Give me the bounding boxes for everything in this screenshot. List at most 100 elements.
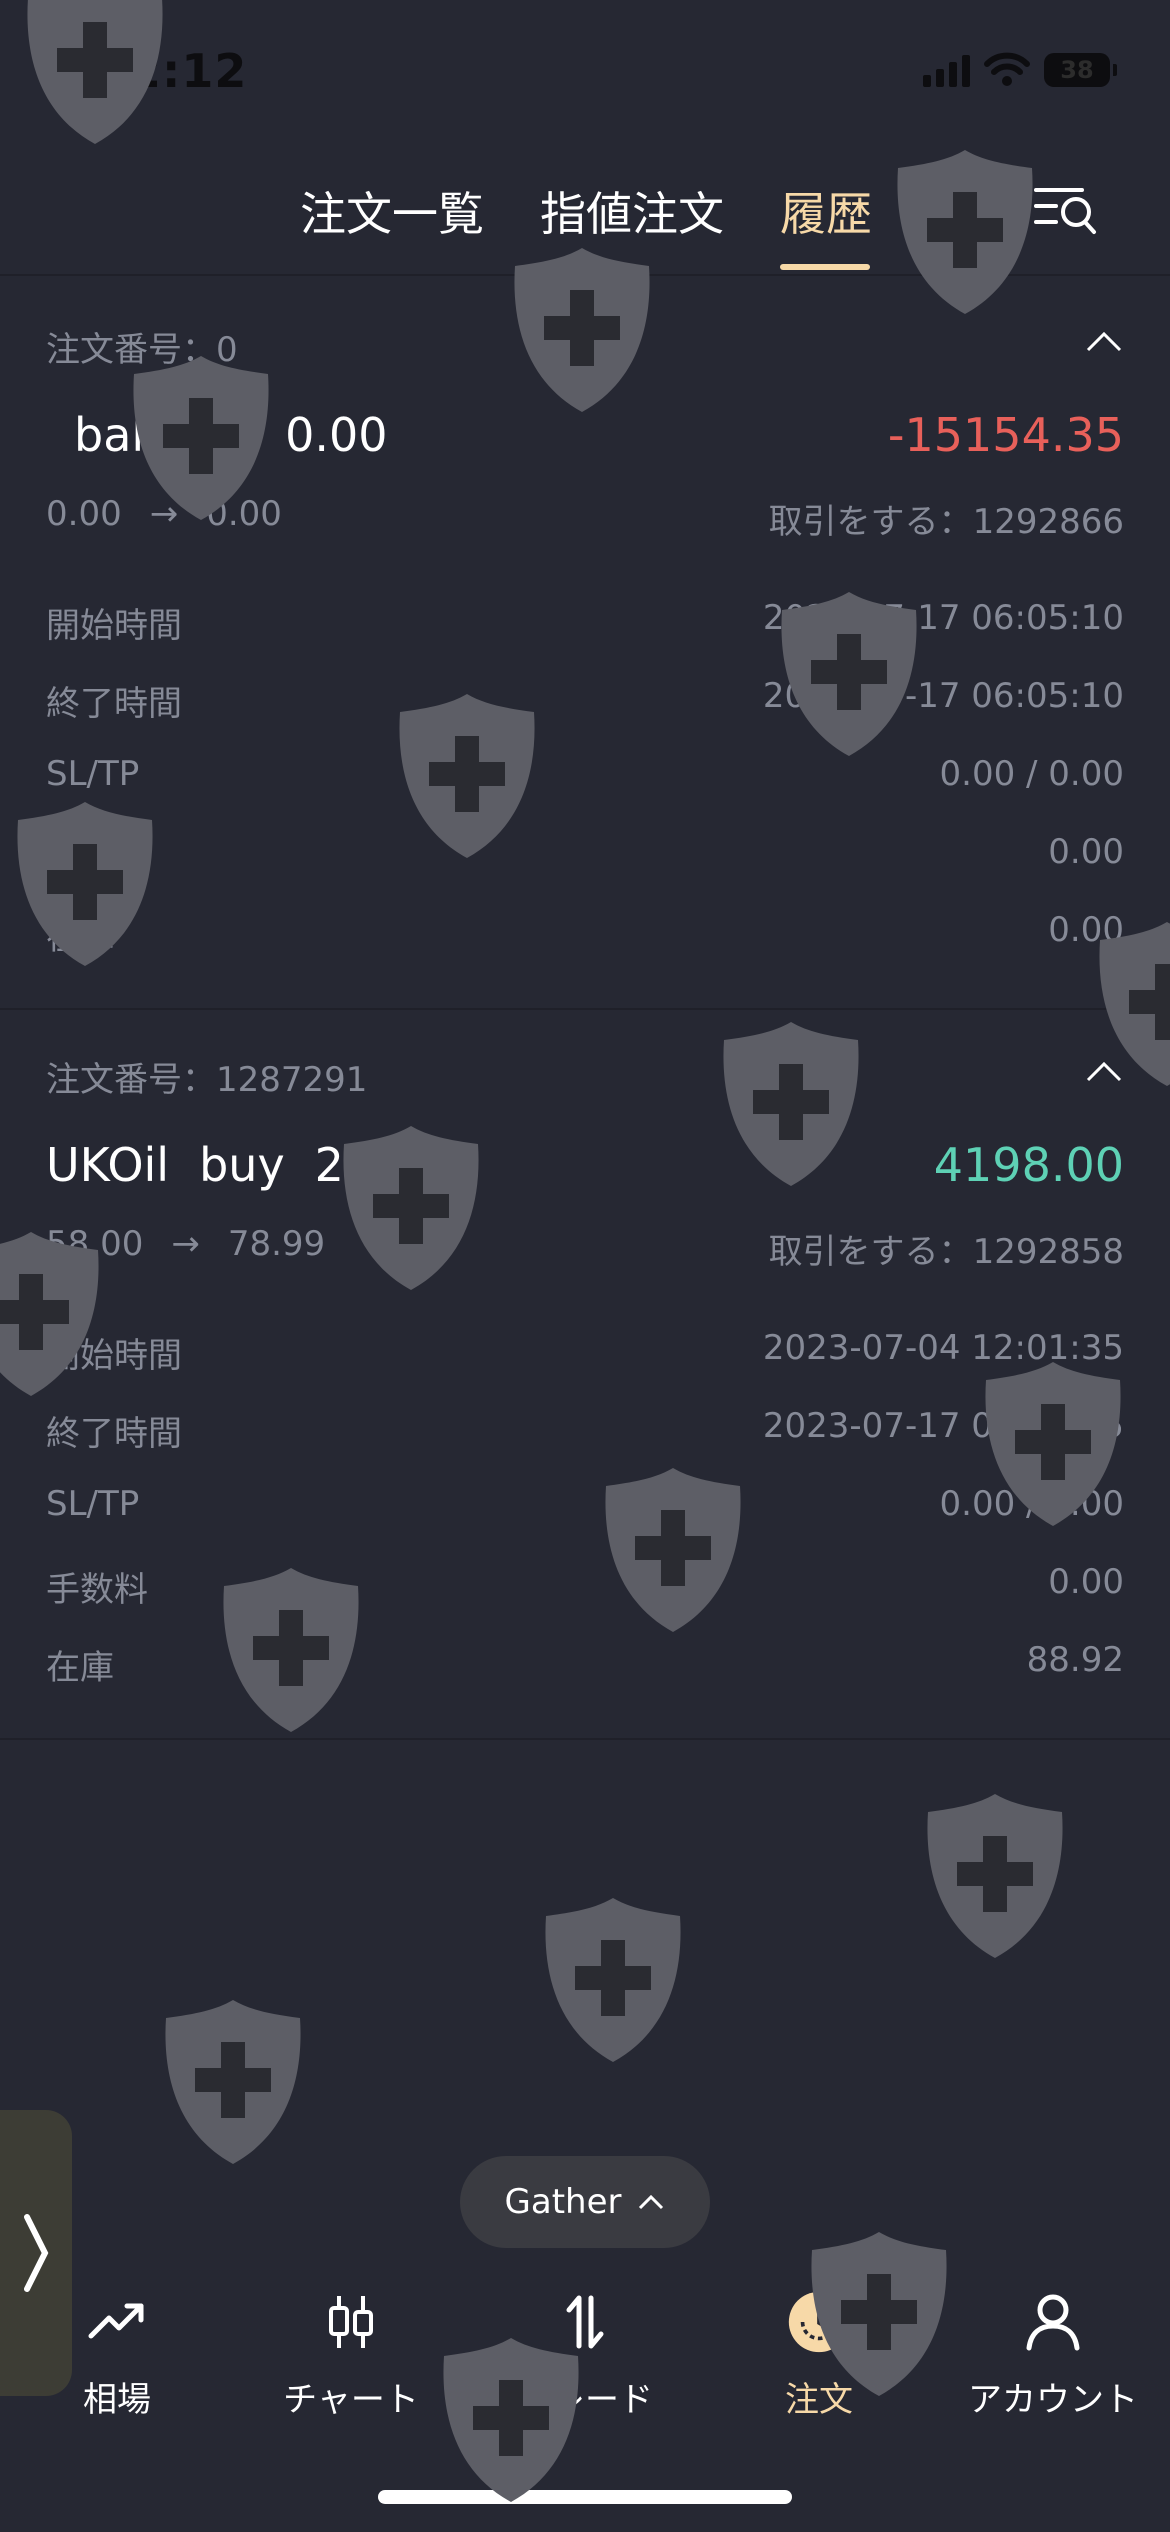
detail-value: 0.00 xyxy=(1048,910,1124,950)
order-number-value: 0 xyxy=(216,330,238,370)
app-screen: 12:12 38 注文一覧 指値注文 履歴 注文番号：0 balance 0.0… xyxy=(0,0,1170,2532)
detail-value: 0.00 / 0.00 xyxy=(939,754,1124,794)
shield-watermark-icon xyxy=(156,2000,310,2164)
order-symbol: UKOil xyxy=(46,1138,170,1192)
battery-icon: 38 xyxy=(1044,53,1117,87)
nav-item-account[interactable]: アカウント xyxy=(936,2290,1170,2440)
detail-label: 在庫 xyxy=(46,918,114,958)
nav-item-orders[interactable]: 注文 xyxy=(702,2290,936,2440)
price-arrow: → xyxy=(171,1224,200,1264)
tab-limit-orders[interactable]: 指値注文 xyxy=(540,178,724,244)
trade-id-label: 取引をする： xyxy=(768,502,973,542)
order-side: buy xyxy=(199,1138,285,1192)
detail-label: 終了時間 xyxy=(46,684,182,724)
swap-vertical-icon xyxy=(566,2295,604,2349)
side-drawer-handle[interactable] xyxy=(0,2110,72,2396)
trend-up-icon xyxy=(88,2303,144,2339)
order-pnl: 4198.00 xyxy=(933,1138,1124,1192)
detail-value: 2023-07-17 06:05:10 xyxy=(762,598,1124,638)
order-symbol: balance xyxy=(74,408,256,462)
detail-value: 88.92 xyxy=(1026,1640,1124,1680)
chevron-right-icon xyxy=(24,2214,49,2292)
bottom-nav: 相場 チャート トレード 注文 アカウント xyxy=(0,2280,1170,2440)
status-time: 12:12 xyxy=(96,44,248,98)
nav-item-trade[interactable]: トレード xyxy=(468,2290,702,2440)
trade-id: 取引をする：1292866 xyxy=(769,494,1124,543)
chevron-up-icon xyxy=(639,2194,664,2210)
detail-row-sl-tp: SL/TP 0.00 / 0.00 xyxy=(46,754,1124,804)
detail-value: 0.00 / 0.00 xyxy=(939,1484,1124,1524)
detail-value: 0.00 xyxy=(1048,832,1124,872)
search-filter-icon[interactable] xyxy=(1032,180,1102,240)
order-card: 注文番号：0 balance 0.00 -15154.35 0.00 → 0.00 取… xyxy=(0,280,1170,1010)
detail-label: 開始時間 xyxy=(46,606,182,646)
trade-id-value: 1292858 xyxy=(972,1232,1124,1272)
home-indicator xyxy=(378,2490,792,2504)
battery-level: 38 xyxy=(1060,56,1094,84)
order-number-value: 1287291 xyxy=(216,1060,368,1100)
detail-value: 2023-07-17 06:02:25 xyxy=(762,1406,1124,1446)
order-symbol-line: UKOil buy 2.00 xyxy=(46,1138,447,1192)
nav-label: 相場 xyxy=(83,2380,151,2420)
detail-value: 2023-07-17 06:05:10 xyxy=(762,676,1124,716)
order-number: 注文番号：0 xyxy=(46,322,238,371)
nav-label: チャート xyxy=(283,2380,419,2420)
detail-value: 2023-07-04 12:01:35 xyxy=(762,1328,1124,1368)
detail-label: SL/TP xyxy=(46,1484,140,1524)
wifi-icon xyxy=(984,52,1030,86)
detail-row-commission: 手数料 0.00 xyxy=(46,1562,1124,1612)
nav-label: 注文 xyxy=(785,2380,853,2420)
trade-id-label: 取引をする： xyxy=(768,1232,973,1272)
history-clock-icon xyxy=(788,2291,850,2353)
detail-label: 開始時間 xyxy=(46,1336,182,1376)
order-volume: 2.00 xyxy=(314,1138,418,1192)
shield-watermark-icon xyxy=(918,1794,1072,1958)
order-card: 注文番号：1287291 UKOil buy 2.00 4198.00 58.00 →… xyxy=(0,1010,1170,1740)
open-price: 0.00 xyxy=(46,494,122,534)
order-price-line: 0.00 → 0.00 xyxy=(46,494,282,534)
order-symbol-line: balance 0.00 xyxy=(74,408,418,462)
detail-label: 在庫 xyxy=(46,1648,114,1688)
detail-row-commission: 手数料 0.00 xyxy=(46,832,1124,882)
active-tab-indicator xyxy=(780,264,870,270)
order-price-line: 58.00 → 78.99 xyxy=(46,1224,325,1264)
chevron-up-icon[interactable] xyxy=(1084,1058,1124,1086)
gather-label: Gather xyxy=(504,2182,622,2222)
order-number-label: 注文番号： xyxy=(46,330,216,370)
detail-label: 手数料 xyxy=(46,840,148,880)
detail-row-close-time: 終了時間 2023-07-17 06:05:10 xyxy=(46,676,1124,726)
close-price: 78.99 xyxy=(227,1224,326,1264)
status-icons: 38 xyxy=(923,52,1117,88)
detail-row-swap: 在庫 0.00 xyxy=(46,910,1124,960)
trade-id: 取引をする：1292858 xyxy=(769,1224,1124,1273)
detail-label: 手数料 xyxy=(46,1570,148,1610)
detail-row-close-time: 終了時間 2023-07-17 06:02:25 xyxy=(46,1406,1124,1456)
tab-order-list[interactable]: 注文一覧 xyxy=(300,178,484,244)
close-price: 0.00 xyxy=(206,494,282,534)
tab-history[interactable]: 履歴 xyxy=(780,178,872,244)
price-arrow: → xyxy=(149,494,179,534)
detail-value: 0.00 xyxy=(1048,1562,1124,1602)
chevron-up-icon[interactable] xyxy=(1084,328,1124,356)
open-price: 58.00 xyxy=(46,1224,144,1264)
order-volume: 0.00 xyxy=(285,408,388,462)
order-number-label: 注文番号： xyxy=(46,1060,216,1100)
detail-label: SL/TP xyxy=(46,754,140,794)
detail-row-swap: 在庫 88.92 xyxy=(46,1640,1124,1690)
detail-label: 終了時間 xyxy=(46,1414,182,1454)
shield-watermark-icon xyxy=(536,1898,690,2062)
gather-button[interactable]: Gather xyxy=(460,2156,710,2248)
detail-row-open-time: 開始時間 2023-07-04 12:01:35 xyxy=(46,1328,1124,1378)
nav-label: アカウント xyxy=(968,2380,1138,2420)
detail-row-sl-tp: SL/TP 0.00 / 0.00 xyxy=(46,1484,1124,1534)
candlestick-icon xyxy=(329,2296,373,2348)
status-bar: 12:12 38 xyxy=(0,0,1170,140)
nav-label: トレード xyxy=(517,2380,653,2420)
trade-id-value: 1292866 xyxy=(972,502,1124,542)
nav-item-chart[interactable]: チャート xyxy=(234,2290,468,2440)
order-number: 注文番号：1287291 xyxy=(46,1052,367,1101)
order-tabs: 注文一覧 指値注文 履歴 xyxy=(0,160,1170,276)
person-icon xyxy=(1026,2294,1080,2351)
cellular-signal-icon xyxy=(923,53,970,87)
detail-row-open-time: 開始時間 2023-07-17 06:05:10 xyxy=(46,598,1124,648)
